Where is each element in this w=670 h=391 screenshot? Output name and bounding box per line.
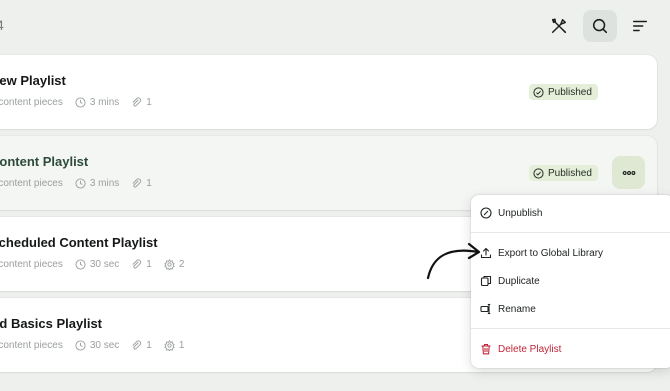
menu-item-delete[interactable]: Delete Playlist <box>480 343 561 355</box>
duration: 30 sec <box>89 340 120 351</box>
menu-item-duplicate[interactable]: Duplicate <box>480 275 540 287</box>
search-icon <box>592 18 608 34</box>
content-count: 4 content pieces <box>0 97 63 108</box>
content-count: 6 content pieces <box>0 340 63 351</box>
content-count: 6 content pieces <box>0 259 63 270</box>
menu-divider <box>471 232 670 233</box>
attachment-count: 1 <box>146 97 152 108</box>
playlist-title[interactable]: Ad Basics Playlist <box>0 316 102 331</box>
duration: 3 mins <box>89 178 120 189</box>
duration: 3 mins <box>89 97 120 108</box>
playlist-count: 4 <box>0 17 4 33</box>
playlist-meta: 6 content pieces 30 sec 1 1 <box>0 340 196 351</box>
clock-icon <box>75 178 86 189</box>
paperclip-icon <box>132 340 142 350</box>
playlist-title[interactable]: Content Playlist <box>0 154 88 169</box>
paperclip-icon <box>132 178 142 188</box>
status-badge: Published <box>529 84 598 100</box>
paperclip-icon <box>132 259 142 269</box>
playlist-meta: 6 content pieces 3 mins 1 <box>0 178 164 189</box>
tools-icon <box>551 18 567 34</box>
attachment-count: 1 <box>146 178 152 189</box>
attachment-count: 1 <box>146 340 152 351</box>
more-options-button[interactable] <box>612 156 645 189</box>
annotation-arrow-icon <box>426 242 481 280</box>
content-count: 6 content pieces <box>0 178 63 189</box>
unpublish-icon <box>480 207 492 219</box>
menu-item-unpublish[interactable]: Unpublish <box>480 207 542 219</box>
trash-icon <box>481 343 491 355</box>
menu-item-rename[interactable]: Rename <box>480 303 536 315</box>
clock-icon <box>75 259 86 270</box>
playlist-meta: 4 content pieces 3 mins 1 <box>0 97 164 108</box>
duration: 30 sec <box>89 259 120 270</box>
playlist-title[interactable]: New Playlist <box>0 73 66 88</box>
gear-icon <box>164 340 175 351</box>
attachment-count: 1 <box>146 259 152 270</box>
check-circle-icon <box>533 86 544 98</box>
settings-count: 2 <box>178 259 185 270</box>
sort-button[interactable] <box>623 10 657 42</box>
settings-count: 1 <box>178 340 185 351</box>
playlist-title[interactable]: Scheduled Content Playlist <box>0 235 158 250</box>
search-button[interactable] <box>583 10 617 42</box>
paperclip-icon <box>132 97 142 107</box>
rename-icon <box>480 303 491 315</box>
tools-button[interactable] <box>542 10 576 42</box>
sort-icon <box>632 20 648 32</box>
check-circle-icon <box>533 167 544 179</box>
clock-icon <box>75 340 86 351</box>
playlist-context-menu: Unpublish Export to Global Library Dupli… <box>471 195 670 368</box>
gear-icon <box>164 259 175 270</box>
status-badge: Published <box>529 165 598 181</box>
playlist-card[interactable]: New Playlist 4 content pieces 3 mins 1 P… <box>0 55 657 129</box>
more-dots-icon <box>622 170 635 175</box>
menu-divider <box>471 328 670 329</box>
clock-icon <box>75 97 86 108</box>
playlist-meta: 6 content pieces 30 sec 1 2 <box>0 259 196 270</box>
menu-item-export[interactable]: Export to Global Library <box>480 247 603 259</box>
